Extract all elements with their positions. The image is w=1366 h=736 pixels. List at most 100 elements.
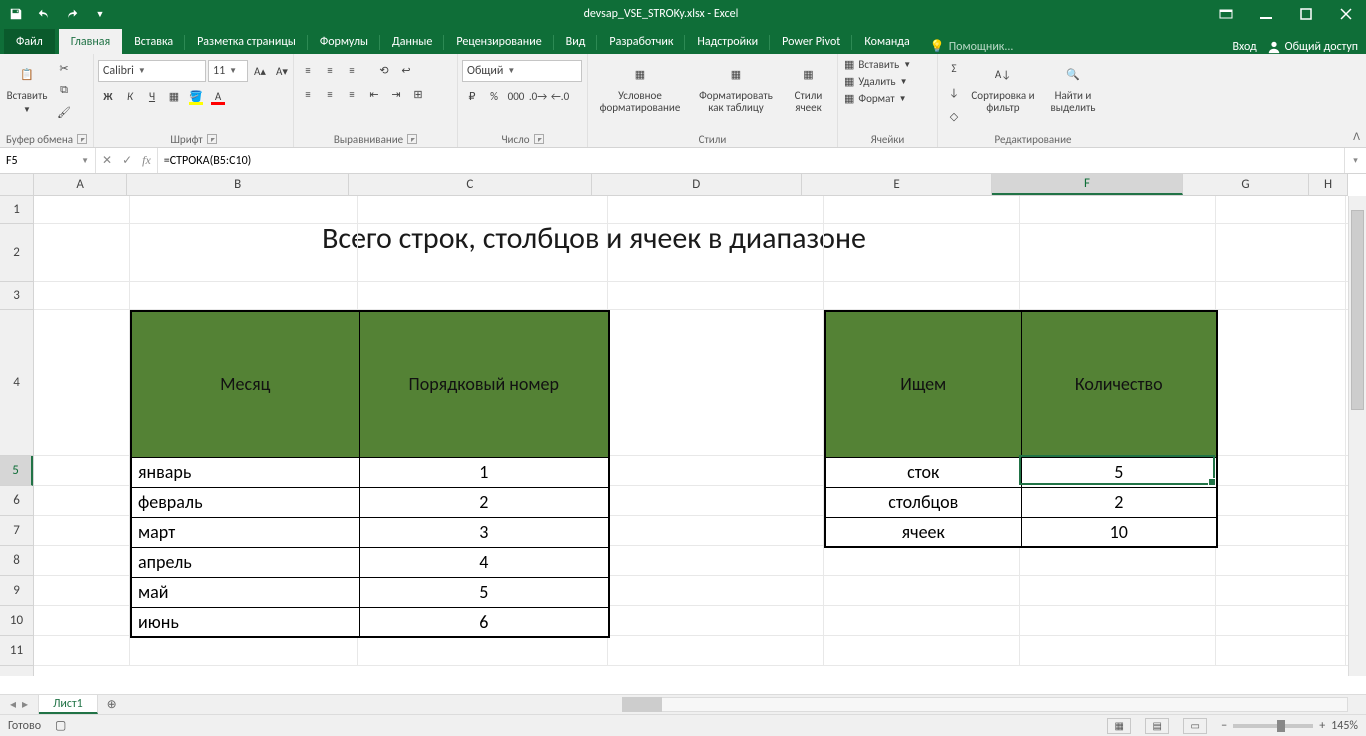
font-name-combo[interactable]: Calibri▼ [98,60,206,82]
zoom-level[interactable]: 145% [1331,719,1358,733]
fill-icon[interactable]: ↓ [944,82,964,102]
col-header-C[interactable]: C [349,174,592,195]
bold-button[interactable]: Ж [98,86,118,106]
tab-powerpivot[interactable]: Power Pivot [770,29,852,54]
italic-button[interactable]: К [120,86,140,106]
collapse-ribbon-icon[interactable]: ᐱ [1353,130,1360,143]
table2-key-0[interactable]: сток [825,457,1021,487]
table1-index-0[interactable]: 1 [359,457,609,487]
align-bottom-icon[interactable]: ≡ [342,60,362,80]
orientation-icon[interactable]: ⟲ [374,60,394,80]
tell-me[interactable]: 💡 Помощник... [922,39,1022,54]
row-header-7[interactable]: 7 [0,516,33,546]
row-header-6[interactable]: 6 [0,486,33,516]
table1-index-5[interactable]: 6 [359,607,609,637]
font-size-combo[interactable]: 11▼ [208,60,248,82]
tab-view[interactable]: Вид [554,29,598,54]
share-button[interactable]: Общий доступ [1267,40,1358,54]
tab-insert[interactable]: Вставка [122,29,185,54]
fill-color-button[interactable]: 🪣 [186,86,206,106]
table1-month-1[interactable]: февраль [131,487,359,517]
row-header-11[interactable]: 11 [0,636,33,666]
view-page-layout-icon[interactable]: ▤ [1145,718,1169,734]
horizontal-scrollbar[interactable] [126,695,1366,714]
table2-key-1[interactable]: столбцов [825,487,1021,517]
fx-icon[interactable]: fx [142,153,151,168]
font-color-button[interactable]: A [208,86,228,106]
format-cells-button[interactable]: ▦Формат▼ [844,92,911,105]
paste-button[interactable]: 📋 Вставить ▼ [4,56,50,120]
grow-font-icon[interactable]: A▴ [250,61,270,81]
undo-icon[interactable] [34,4,54,24]
wrap-text-icon[interactable]: ↩ [396,60,416,80]
align-top-icon[interactable]: ≡ [298,60,318,80]
expand-formula-icon[interactable]: ▾ [1344,148,1366,173]
find-select-button[interactable]: 🔍Найти и выделить [1040,56,1106,118]
comma-icon[interactable]: 000 [506,86,526,106]
clear-icon[interactable]: ◇ [944,106,964,126]
table1-month-2[interactable]: март [131,517,359,547]
table1-index-4[interactable]: 5 [359,577,609,607]
redo-icon[interactable] [62,4,82,24]
zoom-slider[interactable] [1233,724,1313,728]
row-header-4[interactable]: 4 [0,310,33,456]
row-header-5[interactable]: 5 [0,456,33,486]
insert-cells-button[interactable]: ▦Вставить▼ [844,58,911,71]
row-header-1[interactable]: 1 [0,196,33,224]
number-format-combo[interactable]: Общий▼ [462,60,582,82]
col-header-D[interactable]: D [592,174,802,195]
login-link[interactable]: Вход [1232,40,1256,54]
tab-layout[interactable]: Разметка страницы [185,29,308,54]
minimize-icon[interactable] [1246,0,1286,28]
table1-month-0[interactable]: январь [131,457,359,487]
currency-icon[interactable]: ₽ [462,86,482,106]
percent-icon[interactable]: % [484,86,504,106]
row-header-8[interactable]: 8 [0,546,33,576]
sheet-tab[interactable]: Лист1 [39,695,98,714]
macro-record-icon[interactable]: ▢ [55,718,66,733]
table1-index-3[interactable]: 4 [359,547,609,577]
merge-icon[interactable]: ⊞ [408,84,428,104]
format-painter-icon[interactable]: 🖌 [54,102,74,122]
tab-data[interactable]: Данные [380,29,444,54]
maximize-icon[interactable] [1286,0,1326,28]
table1-month-3[interactable]: апрель [131,547,359,577]
table2-val-2[interactable]: 10 [1021,517,1217,547]
inc-decimal-icon[interactable]: .0→ [528,86,548,106]
sort-filter-button[interactable]: A↓Сортировка и фильтр [968,56,1038,118]
col-header-H[interactable]: H [1309,174,1348,195]
indent-inc-icon[interactable]: ⇥ [386,84,406,104]
underline-button[interactable]: Ч [142,86,162,106]
row-header-10[interactable]: 10 [0,606,33,636]
tab-review[interactable]: Рецензирование [444,29,553,54]
autosum-icon[interactable]: Σ [944,58,964,78]
border-button[interactable]: ▦ [164,86,184,106]
row-header-2[interactable]: 2 [0,224,33,282]
formula-input[interactable]: =СТРОКА(B5:C10) [158,148,1344,173]
zoom-in-icon[interactable]: + [1319,719,1325,733]
table2-val-1[interactable]: 2 [1021,487,1217,517]
copy-icon[interactable]: ⧉ [54,80,74,100]
sheet-nav-next-icon[interactable]: ▸ [22,697,28,712]
qat-dropdown-icon[interactable]: ▼ [90,4,110,24]
table2-val-0[interactable]: 5 [1021,457,1217,487]
col-header-B[interactable]: B [127,174,349,195]
table1-index-1[interactable]: 2 [359,487,609,517]
tab-team[interactable]: Команда [852,29,921,54]
cut-icon[interactable]: ✂ [54,58,74,78]
tab-formulas[interactable]: Формулы [308,29,380,54]
col-header-G[interactable]: G [1183,174,1309,195]
spreadsheet-grid[interactable]: ABCDEFGH 1234567891011 Всего строк, стол… [0,174,1366,694]
number-launcher[interactable] [534,134,544,144]
tab-file[interactable]: Файл [4,29,55,54]
save-icon[interactable] [6,4,26,24]
col-header-E[interactable]: E [802,174,992,195]
row-header-9[interactable]: 9 [0,576,33,606]
sheet-nav-prev-icon[interactable]: ◂ [10,697,16,712]
row-header-3[interactable]: 3 [0,282,33,310]
cancel-formula-icon[interactable]: ✕ [102,153,112,168]
table1-month-4[interactable]: май [131,577,359,607]
col-header-F[interactable]: F [992,174,1182,195]
clipboard-launcher[interactable] [77,134,87,144]
add-sheet-button[interactable]: ⊕ [98,695,126,714]
